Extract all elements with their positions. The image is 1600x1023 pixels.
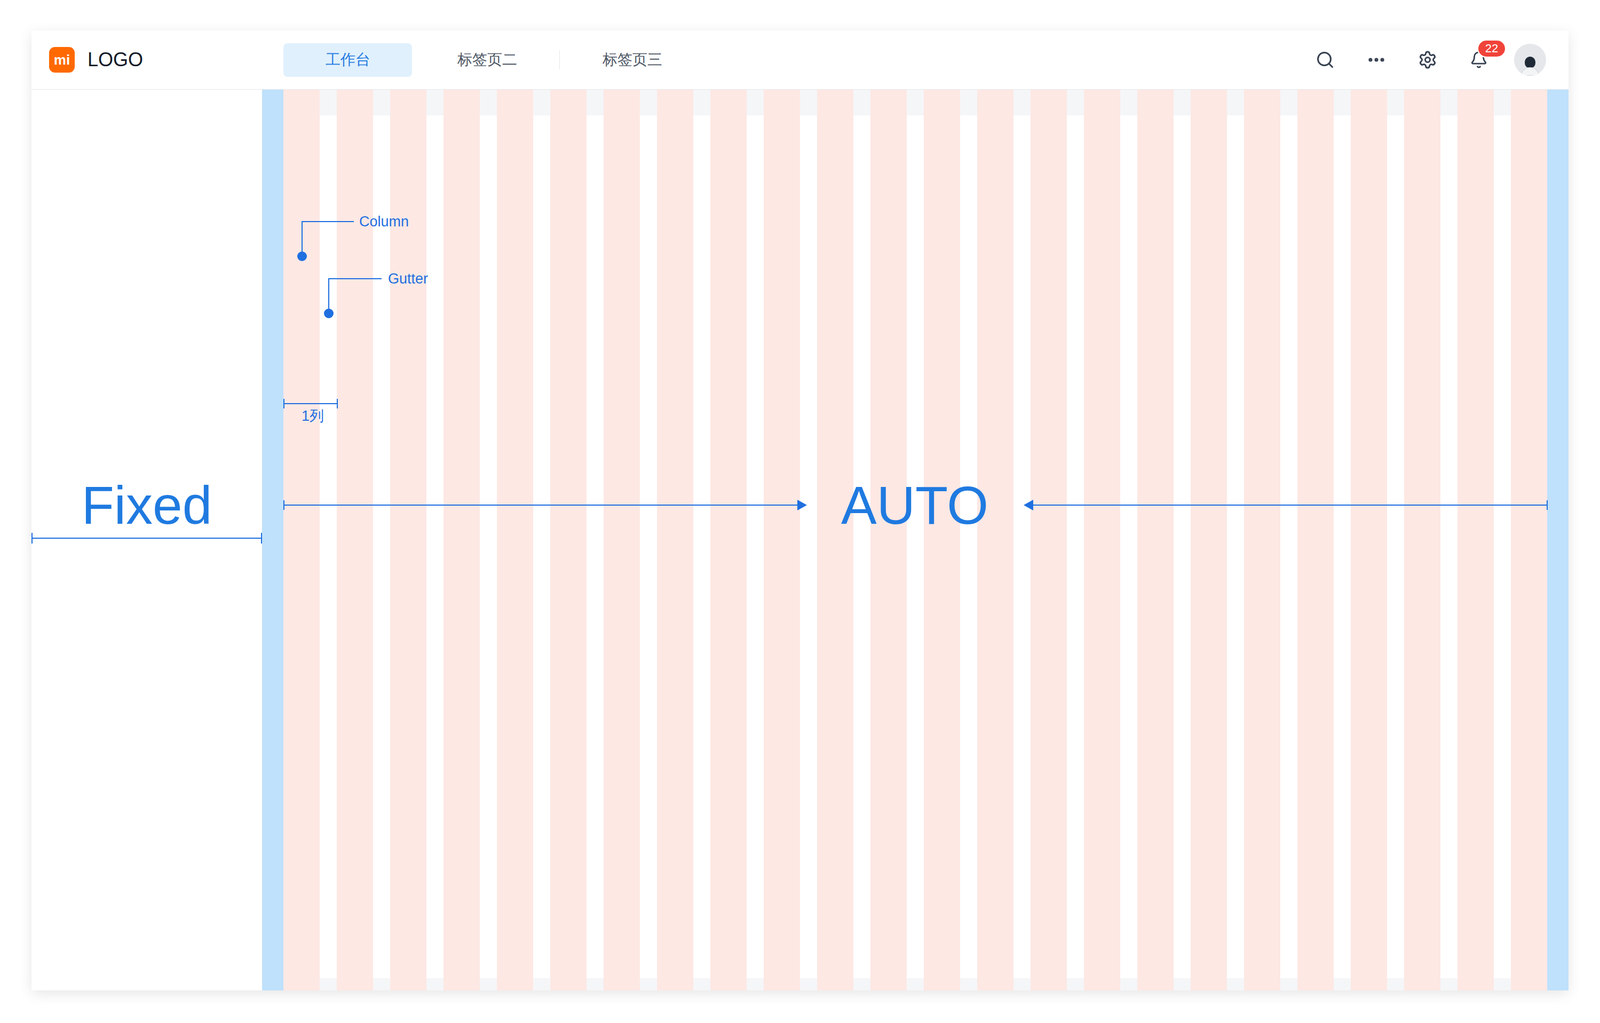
grid-gutter [426, 89, 444, 990]
grid-column [1457, 89, 1494, 990]
margin-right [1547, 89, 1569, 990]
gear-icon[interactable] [1411, 43, 1444, 76]
grid-gutter [746, 89, 764, 990]
grid-gutter [1226, 89, 1245, 990]
tab[interactable]: 标签页三 [567, 43, 697, 77]
grid-gutter [479, 89, 497, 990]
bell-icon[interactable]: 22 [1462, 43, 1495, 76]
tab[interactable]: 工作台 [283, 43, 413, 77]
tab-bar: 工作台标签页二标签页三 [283, 43, 697, 77]
auto-left-arrow [283, 504, 802, 506]
tab[interactable]: 标签页二 [422, 43, 552, 77]
grid-column [336, 89, 374, 990]
grid-gutter [1333, 89, 1351, 990]
fixed-sidebar [31, 89, 263, 990]
grid-column [656, 89, 694, 990]
grid-column [1030, 89, 1067, 990]
grid-column [1137, 89, 1174, 990]
gutter-label: Gutter [387, 269, 429, 288]
grid-column [870, 89, 907, 990]
grid-column [603, 89, 640, 990]
fixed-dimension-line [31, 537, 263, 539]
grid-column [1350, 89, 1388, 990]
grid-gutter [906, 89, 924, 990]
toolbar: 22 [1309, 43, 1569, 76]
grid-column [1297, 89, 1334, 990]
grid-column [496, 89, 534, 990]
grid-gutter [586, 89, 604, 990]
grid-gutter [1120, 89, 1138, 990]
grid-gutter [1493, 89, 1511, 990]
column-grid [283, 89, 1548, 990]
layout-body: Column Gutter 1列 Fixed AUTO [31, 89, 1569, 990]
auto-label: AUTO [805, 472, 1024, 537]
logo-text: LOGO [87, 50, 144, 70]
grid-gutter [319, 89, 337, 990]
grid-column [763, 89, 800, 990]
grid-column [1244, 89, 1281, 990]
avatar[interactable] [1514, 43, 1547, 76]
grid-gutter [1387, 89, 1405, 990]
grid-column [390, 89, 427, 990]
grid-gutter [533, 89, 551, 990]
grid-gutter [1440, 89, 1458, 990]
logo-mark-icon: mi [49, 46, 75, 73]
grid-gutter [373, 89, 391, 990]
grid-column [1404, 89, 1441, 990]
span-label: 1列 [301, 406, 324, 425]
grid-column [283, 89, 320, 990]
annotation-layer: Column Gutter 1列 Fixed AUTO [31, 89, 1569, 990]
grid-column [977, 89, 1014, 990]
fixed-label: Fixed [31, 472, 263, 537]
grid-column [710, 89, 747, 990]
grid-gutter [1013, 89, 1031, 990]
grid-column [550, 89, 587, 990]
grid-column [443, 89, 480, 990]
top-bar: mi LOGO 工作台标签页二标签页三 22 [31, 30, 1569, 90]
grid-column [1083, 89, 1121, 990]
more-icon[interactable] [1360, 43, 1393, 76]
column-label: Column [359, 212, 409, 231]
grid-gutter [1173, 89, 1191, 990]
notification-badge: 22 [1477, 39, 1507, 58]
column-pointer-dot [297, 251, 307, 261]
grid-gutter [693, 89, 711, 990]
grid-column [1510, 89, 1548, 990]
grid-gutter [1066, 89, 1084, 990]
grid-gutter [1280, 89, 1298, 990]
grid-column [1190, 89, 1227, 990]
grid-gutter [800, 89, 818, 990]
auto-right-arrow [1032, 504, 1548, 506]
grid-column [923, 89, 961, 990]
logo[interactable]: mi LOGO [31, 46, 284, 73]
arrowhead-left-icon [1023, 499, 1034, 511]
page: mi LOGO 工作台标签页二标签页三 22 Column Gutter 1列 Fixed AU… [0, 0, 1600, 1023]
search-icon[interactable] [1309, 43, 1342, 76]
grid-column [817, 89, 854, 990]
grid-gutter [853, 89, 871, 990]
arrowhead-right-icon [797, 499, 807, 511]
grid-gutter [639, 89, 657, 990]
grid-gutter [960, 89, 978, 990]
margin-left [262, 89, 284, 990]
gutter-pointer-dot [323, 308, 334, 319]
tab-divider [559, 50, 560, 70]
app-window: mi LOGO 工作台标签页二标签页三 22 Column Gutter 1列 Fixed AU… [31, 30, 1569, 990]
